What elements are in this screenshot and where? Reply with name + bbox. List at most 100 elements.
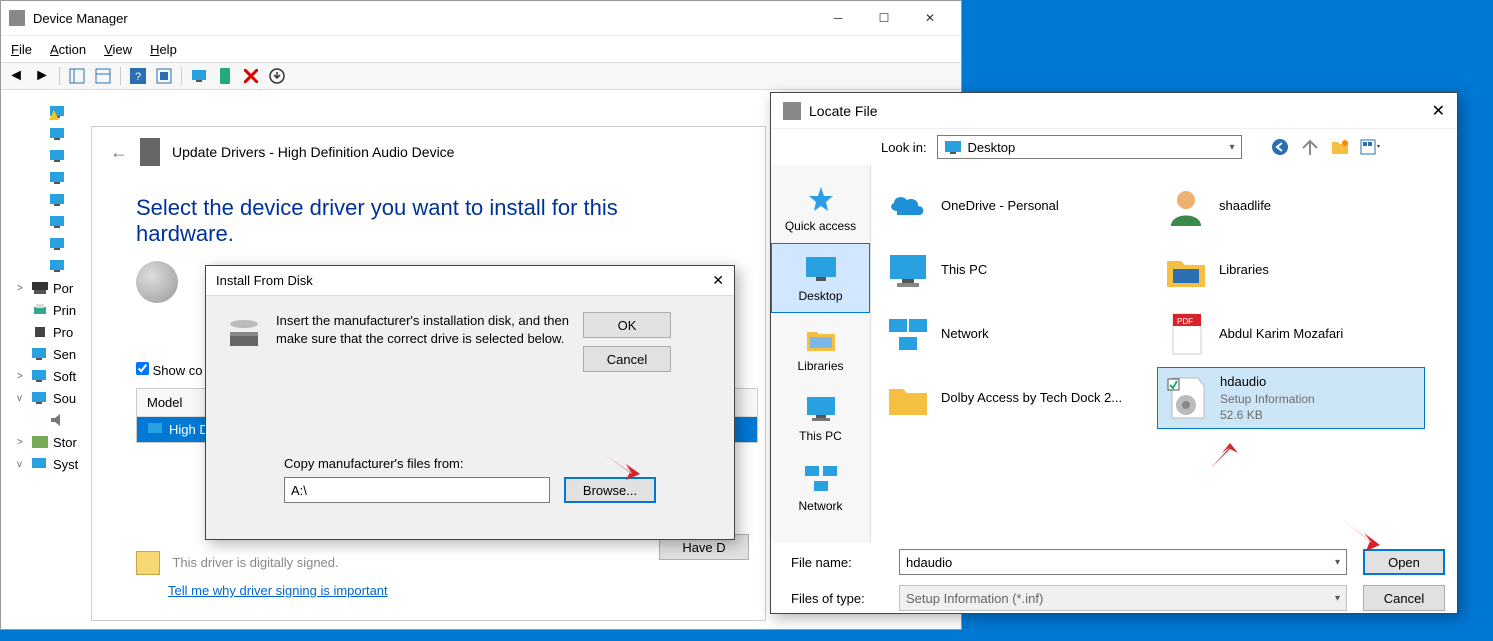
star-icon [803, 183, 839, 215]
sidebar-label: Desktop [798, 289, 842, 303]
signing-link[interactable]: Tell me why driver signing is important [168, 583, 747, 598]
tree-item[interactable]: >Por [13, 277, 98, 299]
speaker-icon [136, 261, 178, 303]
copy-from-input[interactable] [284, 477, 550, 503]
file-item[interactable]: Network [879, 303, 1147, 365]
lf-cancel-button[interactable]: Cancel [1363, 585, 1445, 611]
sidebar-label: This PC [799, 429, 842, 443]
lf-title: Locate File [809, 103, 877, 119]
tree-item[interactable] [13, 211, 98, 233]
tree-item[interactable] [13, 167, 98, 189]
file-name: shaadlife [1219, 197, 1271, 215]
file-item[interactable]: shaadlife [1157, 175, 1425, 237]
file-item[interactable]: Libraries [1157, 239, 1425, 301]
file-item[interactable]: Dolby Access by Tech Dock 2... [879, 367, 1147, 429]
tree-item[interactable] [13, 123, 98, 145]
filename-combo[interactable]: hdaudio▾ [899, 549, 1347, 575]
tree-item[interactable]: Sen [13, 343, 98, 365]
lookin-combo[interactable]: Desktop ▾ [937, 135, 1242, 159]
minimize-button[interactable]: ─ [815, 3, 861, 33]
file-name: This PC [941, 261, 987, 279]
tree-item[interactable] [13, 233, 98, 255]
ifd-cancel-button[interactable]: Cancel [583, 346, 671, 372]
user-icon [1163, 183, 1209, 229]
ifd-text: Insert the manufacturer's installation d… [276, 312, 571, 348]
fwd-icon[interactable]: ► [31, 65, 53, 87]
sidebar-item-libraries[interactable]: Libraries [771, 313, 870, 383]
tb-device-icon[interactable] [214, 65, 236, 87]
sidebar-item-quick-access[interactable]: Quick access [771, 173, 870, 243]
chevron-down-icon: ▾ [1335, 557, 1340, 568]
tree-item[interactable]: vSou [13, 387, 98, 409]
tree-item[interactable] [13, 101, 98, 123]
tree-item[interactable]: vSyst [13, 453, 98, 475]
remove-icon[interactable] [240, 65, 262, 87]
file-item[interactable]: OneDrive - Personal [879, 175, 1147, 237]
svg-text:?: ? [135, 71, 141, 83]
desktop-icon [803, 253, 839, 285]
menu-file[interactable]: File [11, 42, 32, 57]
show-compat-label: Show co [153, 363, 203, 378]
tree-item[interactable] [13, 145, 98, 167]
tb-icon-1[interactable] [66, 65, 88, 87]
pc-icon [885, 247, 931, 293]
sidebar-item-this-pc[interactable]: This PC [771, 383, 870, 453]
tree-item[interactable]: >Stor [13, 431, 98, 453]
ifd-close-button[interactable]: ✕ [712, 272, 724, 289]
filetype-label: Files of type: [783, 591, 883, 606]
tree-item[interactable] [13, 189, 98, 211]
maximize-button[interactable]: ☐ [861, 3, 907, 33]
file-name: hdaudio [1220, 373, 1315, 391]
file-item[interactable]: This PC [879, 239, 1147, 301]
back-icon[interactable]: ◄ [5, 65, 27, 87]
menu-help[interactable]: Help [150, 42, 177, 57]
sidebar-item-desktop[interactable]: Desktop [771, 243, 870, 313]
lf-close-button[interactable]: ✕ [1432, 101, 1445, 121]
back-arrow-icon[interactable]: ← [110, 142, 128, 163]
sidebar-item-network[interactable]: Network [771, 453, 870, 523]
svg-text:PDF: PDF [1177, 317, 1193, 326]
nav-back-icon[interactable] [1270, 137, 1290, 157]
tree-item[interactable]: >Soft [13, 365, 98, 387]
file-item[interactable]: PDF Abdul Karim Mozafari [1157, 303, 1425, 365]
onedrive-icon [885, 183, 931, 229]
update-icon[interactable] [266, 65, 288, 87]
tb-icon-2[interactable] [92, 65, 114, 87]
file-name: Abdul Karim Mozafari [1219, 325, 1343, 343]
lf-sidebar: Quick access Desktop Libraries This PC Netwo… [771, 165, 871, 543]
menu-action[interactable]: Action [50, 42, 86, 57]
tree-item[interactable] [13, 409, 98, 431]
install-from-disk-dialog: Install From Disk ✕ Insert the manufactu… [205, 265, 735, 540]
file-name: Network [941, 325, 989, 343]
tree-item[interactable] [13, 255, 98, 277]
ifd-ok-button[interactable]: OK [583, 312, 671, 338]
thispc-icon [803, 393, 839, 425]
section-title: Select the device driver you want to ins… [92, 177, 765, 261]
ifd-title: Install From Disk [216, 273, 313, 288]
lookin-label: Look in: [881, 140, 927, 155]
close-button[interactable]: ✕ [907, 3, 953, 33]
menu-view[interactable]: View [104, 42, 132, 57]
tree-item[interactable]: Prin [13, 299, 98, 321]
filename-label: File name: [783, 555, 883, 570]
sidebar-label: Network [798, 499, 842, 513]
device-manager-icon [9, 10, 25, 26]
locate-file-icon [783, 102, 801, 120]
file-type: Setup Information [1220, 391, 1315, 407]
filetype-combo: Setup Information (*.inf)▾ [899, 585, 1347, 611]
nav-up-icon[interactable] [1300, 137, 1320, 157]
driver-icon [140, 138, 160, 166]
new-folder-icon[interactable] [1330, 137, 1350, 157]
tb-props-icon[interactable] [153, 65, 175, 87]
tb-help-icon[interactable]: ? [127, 65, 149, 87]
show-compatible-checkbox[interactable] [136, 362, 149, 375]
tb-scan-icon[interactable] [188, 65, 210, 87]
dm-titlebar: Device Manager ─ ☐ ✕ [1, 1, 961, 36]
pdf-icon: PDF [1163, 311, 1209, 357]
tree-item[interactable]: Pro [13, 321, 98, 343]
device-tree: >PorPrinProSen>SoftvSou >StorvSyst [13, 101, 98, 475]
folder-icon [885, 375, 931, 421]
view-menu-icon[interactable] [1360, 137, 1380, 157]
disk-icon [224, 312, 264, 352]
file-item[interactable]: hdaudioSetup Information52.6 KB [1157, 367, 1425, 429]
